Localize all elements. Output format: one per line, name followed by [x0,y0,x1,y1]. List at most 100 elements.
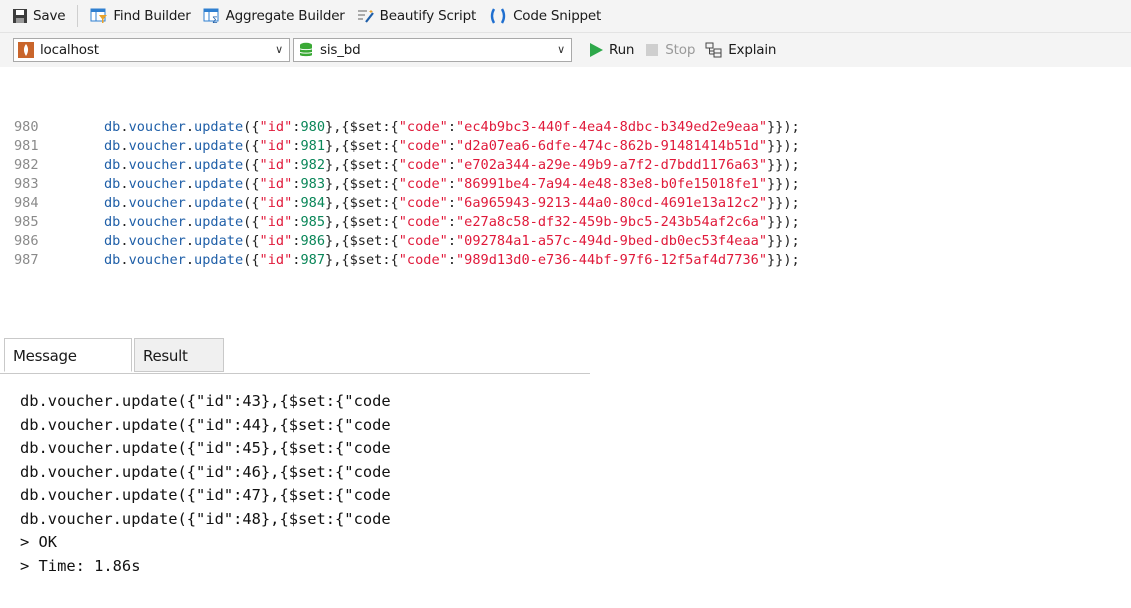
tab-result[interactable]: Result [134,338,224,372]
save-button[interactable]: Save [6,3,71,29]
editor-line[interactable]: 982 db.voucher.update({"id":982},{$set:{"… [0,156,1131,175]
code-text: db.voucher.update({"id":984},{$set:{"cod… [104,194,800,213]
code-token: }}); [767,176,800,192]
beautify-script-icon [357,10,374,23]
code-token: . [185,252,195,268]
code-token: : [447,138,456,154]
code-token: voucher [128,157,186,173]
code-token: : [447,233,456,249]
code-token: }}); [767,138,800,154]
message-panel: db.voucher.update({"id":43},{$set:{"code… [0,382,600,608]
stop-label: Stop [665,42,696,58]
editor-line[interactable]: 986 db.voucher.update({"id":986},{$set:{"… [0,232,1131,251]
code-token: db [104,195,121,211]
query-editor[interactable]: 980 db.voucher.update({"id":980},{$set:{"… [0,68,1131,324]
code-token: update [194,119,244,135]
code-token: "id" [259,233,293,249]
code-token: "code" [398,119,448,135]
code-token: . [120,233,129,249]
code-token: }}); [767,119,800,135]
code-token: }}); [767,233,800,249]
line-number: 986 [14,233,39,249]
code-text: db.voucher.update({"id":986},{$set:{"cod… [104,232,800,251]
code-token: 982 [300,157,326,173]
tab-message[interactable]: Message [4,338,132,372]
code-token: update [194,138,244,154]
code-token: },{$set:{ [325,176,399,192]
run-button[interactable]: Run [583,37,639,63]
code-token: "id" [259,195,293,211]
code-token: . [120,138,129,154]
code-token: update [194,252,244,268]
message-line: db.voucher.update({"id":48},{$set:{"code [20,509,391,528]
code-token: },{$set:{ [325,252,399,268]
mongodb-connection-icon [18,42,34,58]
code-token: "id" [259,176,293,192]
editor-line[interactable]: 985 db.voucher.update({"id":985},{$set:{"… [0,213,1131,232]
aggregate-builder-button[interactable]: Σ Aggregate Builder [197,3,351,29]
message-line: db.voucher.update({"id":43},{$set:{"code [20,392,391,410]
code-token: "id" [259,214,293,230]
code-token: : [447,176,456,192]
code-token: update [194,157,244,173]
editor-line[interactable]: 984 db.voucher.update({"id":984},{$set:{"… [0,194,1131,213]
connection-select[interactable]: localhost ∨ [13,38,290,62]
code-token: 987 [300,252,326,268]
find-builder-label: Find Builder [113,8,191,24]
code-token: "e702a344-a29e-49b9-a7f2-d7bdd1176a63" [456,157,767,173]
stop-button[interactable]: Stop [639,37,700,63]
code-token: . [120,195,129,211]
code-token: db [104,233,121,249]
code-token: . [185,233,195,249]
code-token: 985 [300,214,326,230]
find-builder-icon [90,8,108,23]
tab-message-label: Message [13,347,77,365]
message-line: db.voucher.update({"id":47},{$set:{"code [20,486,391,504]
aggregate-builder-label: Aggregate Builder [225,8,345,24]
code-token: },{$set:{ [325,214,399,230]
tab-result-label: Result [143,347,188,365]
explain-button[interactable]: Explain [700,37,781,63]
result-tabs: Message Result [0,336,590,374]
database-select[interactable]: sis_bd ∨ [293,38,572,62]
code-token: : [447,195,456,211]
code-token: 983 [300,176,326,192]
editor-line[interactable]: 981 db.voucher.update({"id":981},{$set:{"… [0,137,1131,156]
code-token: voucher [128,138,186,154]
chevron-down-icon: ∨ [275,43,283,56]
code-snippet-label: Code Snippet [513,8,602,24]
run-label: Run [609,42,635,58]
line-number: 984 [14,195,39,211]
find-builder-button[interactable]: Find Builder [84,3,196,29]
line-number: 982 [14,157,39,173]
run-controls: Run Stop Explain [583,38,781,62]
chevron-down-icon: ∨ [557,43,565,56]
aggregate-builder-icon: Σ [203,8,219,24]
code-text: db.voucher.update({"id":987},{$set:{"cod… [104,251,800,270]
editor-line[interactable]: 983 db.voucher.update({"id":983},{$set:{"… [0,175,1131,194]
code-token: db [104,176,121,192]
code-token: "id" [259,119,293,135]
code-token: "092784a1-a57c-494d-9bed-db0ec53f4eaa" [456,233,767,249]
save-icon [13,9,27,23]
code-token: update [194,233,244,249]
code-token: . [185,138,195,154]
code-token: 986 [300,233,326,249]
line-number: 985 [14,214,39,230]
code-token: ({ [243,138,260,154]
editor-line[interactable]: 980 db.voucher.update({"id":980},{$set:{"… [0,118,1131,137]
code-token: . [120,214,129,230]
code-token: "d2a07ea6-6dfe-474c-862b-91481414b51d" [456,138,767,154]
code-token: "e27a8c58-df32-459b-9bc5-243b54af2c6a" [456,214,767,230]
code-token: update [194,176,244,192]
editor-line[interactable]: 987 db.voucher.update({"id":987},{$set:{"… [0,251,1131,270]
code-token: "6a965943-9213-44a0-80cd-4691e13a12c2" [456,195,767,211]
code-token: ({ [243,195,260,211]
explain-icon [705,42,722,58]
code-token: . [185,214,195,230]
beautify-script-button[interactable]: Beautify Script [351,3,482,29]
code-token: ({ [243,119,260,135]
line-number: 983 [14,176,39,192]
code-token: },{$set:{ [325,138,399,154]
code-snippet-button[interactable]: Code Snippet [482,3,607,29]
